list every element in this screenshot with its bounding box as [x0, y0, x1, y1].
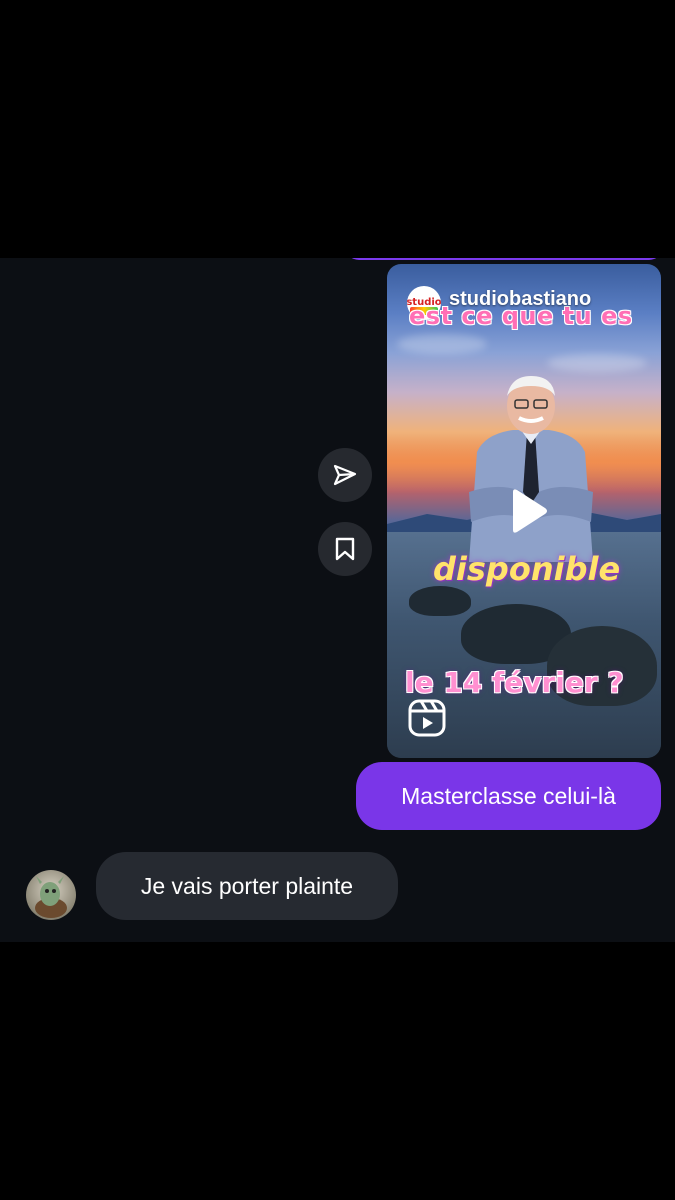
bookmark-icon [335, 537, 355, 561]
incoming-message[interactable]: Je vais porter plainte [96, 852, 398, 920]
avatar[interactable] [26, 870, 76, 920]
chat-thread: studio est ce que tu es studiobastiano d… [0, 258, 675, 942]
play-icon[interactable] [501, 486, 551, 536]
reel-account-name[interactable]: studiobastiano [449, 288, 591, 311]
outgoing-message[interactable]: Masterclasse celui-là [356, 762, 661, 830]
previous-message-bubble-edge [345, 258, 663, 260]
paper-plane-icon [333, 464, 357, 486]
avatar-image [35, 876, 67, 918]
letterbox-bottom [0, 942, 675, 1200]
share-button[interactable] [318, 448, 372, 502]
rock [409, 586, 471, 616]
shared-reel-card[interactable]: studio est ce que tu es studiobastiano d… [387, 264, 661, 758]
reels-icon [408, 699, 446, 737]
reel-caption-bottom: le 14 février ? [405, 666, 624, 699]
cloud [547, 354, 647, 372]
reel-caption-middle: disponible [433, 550, 621, 588]
cloud [397, 334, 487, 354]
letterbox-top [0, 0, 675, 258]
save-button[interactable] [318, 522, 372, 576]
